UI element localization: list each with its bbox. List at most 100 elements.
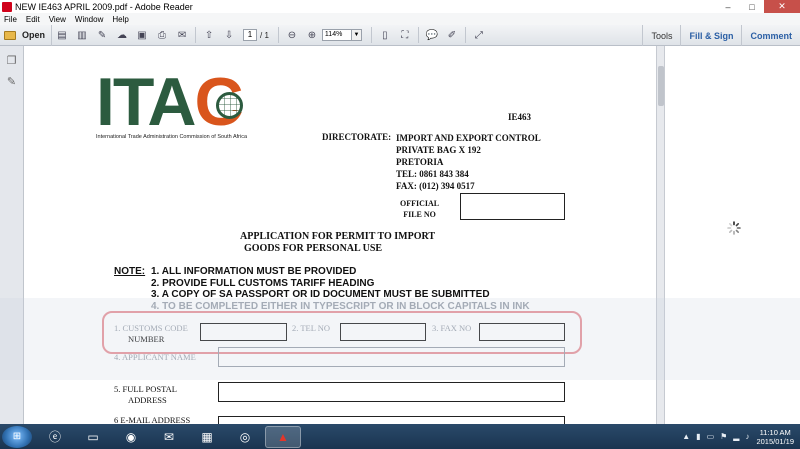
email-label: 6 E-MAIL ADDRESS [114,415,191,424]
page-total: / 1 [260,30,269,40]
note-item: 3. A COPY OF SA PASSPORT OR ID DOCUMENT … [151,289,490,300]
document-viewport[interactable]: ITAC International Trade Administration … [24,46,656,424]
fill-sign-tab[interactable]: Fill & Sign [680,25,741,46]
toolbar-separator [195,27,197,43]
adobe-reader-task-icon[interactable]: ▲ [265,425,301,448]
window-title: NEW IE463 APRIL 2009.pdf - Adobe Reader [15,1,193,12]
menu-edit[interactable]: Edit [22,15,45,24]
signal-icon[interactable]: ▂ [733,432,739,441]
zoom-in-icon[interactable]: ⊕ [303,27,321,43]
vertical-scrollbar[interactable] [656,46,664,424]
tools-pane [664,46,800,424]
chevron-down-icon[interactable]: ▼ [351,29,362,41]
menu-bar: File Edit View Window Help [0,13,800,25]
toolbar-separator [277,27,279,43]
previous-page-icon[interactable]: ⇧ [200,27,218,43]
folder-icon [4,30,16,40]
postal-address-label: 5. FULL POSTAL [114,384,177,394]
network-icon[interactable]: ▮ [696,432,700,441]
directorate-address: IMPORT AND EXPORT CONTROL PRIVATE BAG X … [396,132,541,192]
form-title-line: GOODS FOR PERSONAL USE [244,243,383,254]
note-label: NOTE: [114,266,146,277]
directorate-line: PRETORIA [396,157,444,167]
official-file-no-field[interactable] [460,193,565,220]
note-item: 2. PROVIDE FULL CUSTOMS TARIFF HEADING [151,277,375,289]
close-button[interactable]: ✕ [764,0,800,13]
open-button[interactable]: Open [0,24,53,46]
attachments-icon[interactable]: ✎ [5,74,19,88]
toolbar: Open ▤ ▥ ✎ ☁ ▣ ⎙ ✉ ⇧ ⇩ 1 / 1 ⊖ ⊕ 114% ▼ … [0,24,800,46]
zoom-level-input[interactable]: 114% [321,29,352,41]
menu-window[interactable]: Window [71,15,108,24]
fit-page-icon[interactable]: ▯ [376,27,394,43]
toolbar-right-tabs: Tools Fill & Sign Comment [642,25,800,46]
navigation-pane: ❐ ✎ [0,46,24,424]
minimize-button[interactable]: – [716,0,740,13]
print-icon[interactable]: ⎙ [153,27,171,43]
directorate-line: IMPORT AND EXPORT CONTROL [396,133,541,143]
globe-icon [216,92,243,119]
menu-view[interactable]: View [45,15,71,24]
maximize-button[interactable]: □ [740,0,764,13]
directorate-line: PRIVATE BAG X 192 [396,145,481,155]
battery-icon[interactable]: ▭ [707,432,715,441]
adobe-reader-icon [2,1,12,12]
taskbar: ⊞ ⓔ ▭ ◉ ✉ ▦ ◎ ▲ ▲ ▮ ▭ ⚑ ▂ ♪ 11:10 AM 201… [0,424,800,449]
create-pdf-icon[interactable]: ▤ [53,27,71,43]
mail-icon[interactable]: ✉ [151,426,187,448]
form-title-line: APPLICATION FOR PERMIT TO IMPORT [240,231,436,242]
postal-address-field[interactable] [218,382,565,402]
export-pdf-icon[interactable]: ▥ [73,27,91,43]
clock[interactable]: 11:10 AM 2015/01/19 [756,428,794,446]
tools-tab[interactable]: Tools [642,25,680,46]
flag-icon[interactable]: ⚑ [720,432,727,441]
save-icon[interactable]: ▣ [133,27,151,43]
comment-tab[interactable]: Comment [741,25,800,46]
note-item: 1. ALL INFORMATION MUST BE PROVIDED [151,266,357,277]
official-label-line: FILE NO [403,210,436,219]
page-number-input[interactable]: 1 [243,29,258,41]
zoom-out-icon[interactable]: ⊖ [283,27,301,43]
cloud-upload-icon[interactable]: ☁ [113,27,131,43]
edit-pdf-icon[interactable]: ✎ [93,27,111,43]
form-code: IE463 [508,112,532,122]
form-title: APPLICATION FOR PERMIT TO IMPORT GOODS F… [240,231,435,255]
app-icon[interactable]: ▦ [189,426,225,448]
loading-spinner-icon [727,221,741,235]
next-page-icon[interactable]: ⇩ [220,27,238,43]
directorate-line: TEL: 0861 843 384 [396,169,469,179]
official-file-label: OFFICIAL FILE NO [400,198,439,220]
comment-bubble-icon[interactable]: 💬 [423,27,441,43]
pdf-icon: ▲ [277,429,289,444]
logo-text: ITA [96,64,196,140]
postal-address-label-2: ADDRESS [128,395,167,405]
clock-date: 2015/01/19 [756,436,794,446]
volume-icon[interactable]: ♪ [745,432,749,441]
logo-subtitle: International Trade Administration Commi… [96,134,248,140]
directorate-label: DIRECTORATE: [322,132,392,142]
menu-file[interactable]: File [0,15,22,24]
title-bar: NEW IE463 APRIL 2009.pdf - Adobe Reader … [0,0,800,13]
full-screen-icon[interactable]: ⛶ [396,27,414,43]
page-thumbnails-icon[interactable]: ❐ [5,53,19,67]
email-field[interactable] [218,416,565,424]
expand-icon[interactable]: ⤢ [470,27,488,43]
pdf-page: ITAC International Trade Administration … [24,46,656,424]
internet-explorer-icon[interactable]: ⓔ [37,426,73,448]
applicant-name-field[interactable] [218,347,565,367]
highlight-icon[interactable]: ✐ [443,27,461,43]
system-tray: ▲ ▮ ▭ ⚑ ▂ ♪ 11:10 AM 2015/01/19 [679,424,800,449]
menu-help[interactable]: Help [108,15,133,24]
toolbar-separator [370,27,372,43]
windows-start-icon[interactable]: ⊞ [2,425,32,448]
applicant-name-label: 4. APPLICANT NAME [114,352,196,362]
email-icon[interactable]: ✉ [173,27,191,43]
file-explorer-icon[interactable]: ▭ [75,426,111,448]
directorate-line: FAX: (012) 394 0517 [396,181,475,191]
window-controls: – □ ✕ [716,0,800,13]
open-label: Open [22,30,46,40]
toolbar-separator [464,27,466,43]
show-hidden-icons-icon[interactable]: ▲ [682,432,690,441]
media-player-icon[interactable]: ◎ [227,426,263,448]
firefox-icon[interactable]: ◉ [113,426,149,448]
